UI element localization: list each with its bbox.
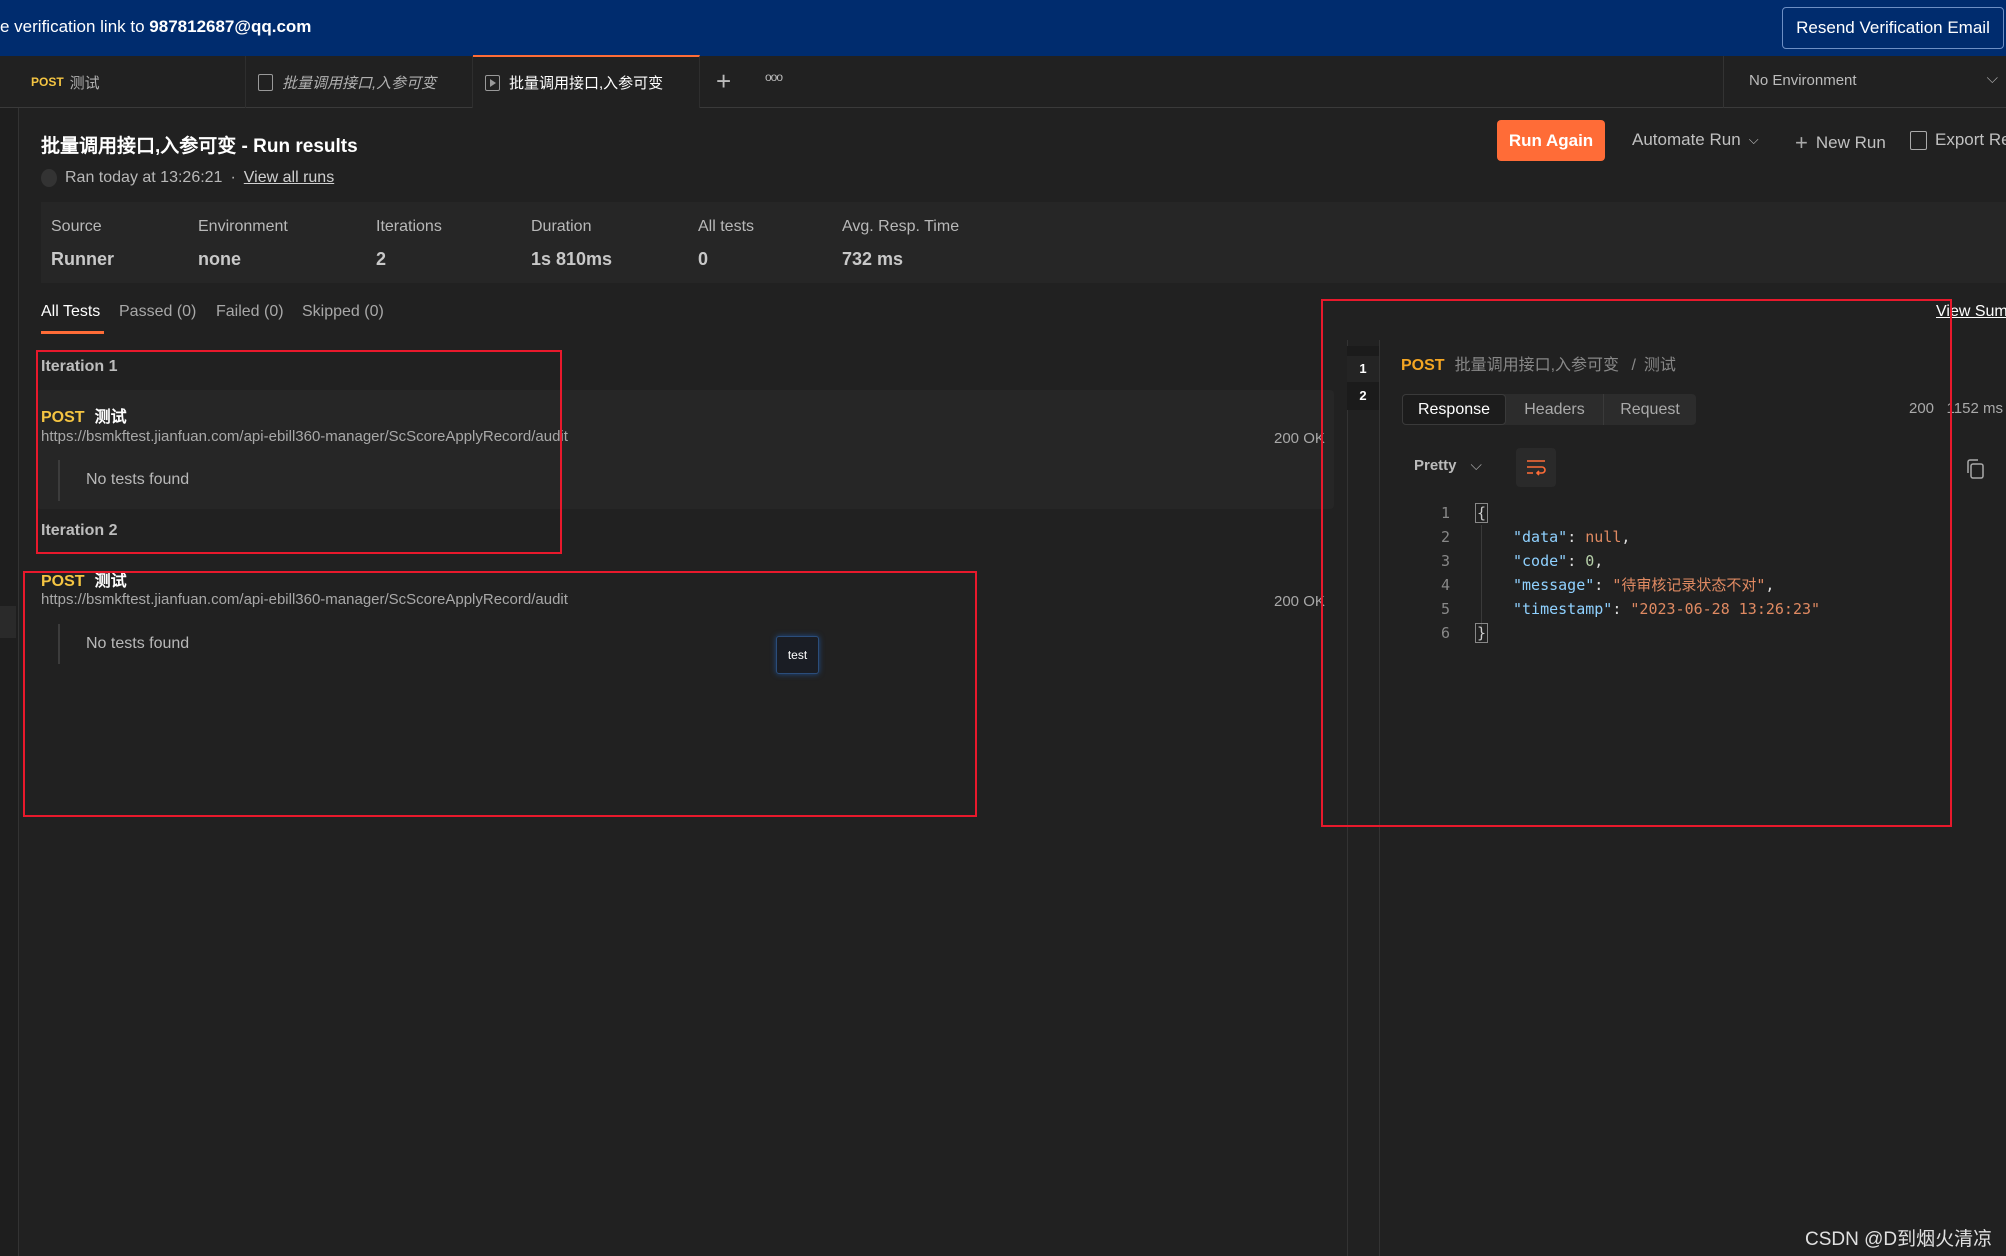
banner-prefix: e verification link to bbox=[0, 17, 150, 36]
more-tabs-icon[interactable]: ooo bbox=[765, 70, 783, 84]
view-all-runs-link[interactable]: View all runs bbox=[244, 169, 334, 187]
banner-text: e verification link to 987812687@qq.com bbox=[0, 17, 311, 37]
method-badge: POST bbox=[31, 75, 64, 89]
summary-value: 1s 810ms bbox=[531, 249, 613, 269]
resend-verification-button[interactable]: Resend Verification Email bbox=[1782, 7, 2004, 49]
divider bbox=[1723, 56, 1724, 108]
summary-value: 0 bbox=[698, 249, 709, 269]
user-icon bbox=[41, 169, 57, 187]
run-summary: Source Runner Environment none Iteration… bbox=[41, 202, 2006, 283]
chevron-down-icon: ⌵ bbox=[1986, 70, 1998, 87]
verification-banner: e verification link to 987812687@qq.com … bbox=[0, 0, 2006, 56]
environment-label: No Environment bbox=[1749, 72, 1857, 89]
chevron-down-icon: ⌵ bbox=[1748, 132, 1759, 147]
watermark: CSDN @D到烟火清凉 bbox=[1805, 1229, 1993, 1250]
active-tab-indicator bbox=[41, 331, 104, 334]
separator: · bbox=[230, 169, 236, 186]
summary-value: 2 bbox=[376, 249, 387, 269]
tab-collection[interactable]: 批量调用接口,入参可变 bbox=[246, 56, 473, 108]
annotation-box bbox=[1321, 299, 1952, 827]
summary-label: Source bbox=[51, 218, 102, 235]
summary-label: All tests bbox=[698, 218, 755, 235]
tab-post-test[interactable]: POST 测试 bbox=[19, 56, 246, 108]
run-info: Ran today at 13:26:21 · View all runs bbox=[41, 169, 334, 187]
new-run-button[interactable]: + New Run bbox=[1795, 130, 1886, 156]
left-sidebar bbox=[0, 108, 19, 1256]
export-button[interactable]: Export Re bbox=[1910, 130, 2006, 150]
copy-icon[interactable] bbox=[1965, 458, 1985, 480]
tab-bar: POST 测试 批量调用接口,入参可变 批量调用接口,入参可变 + ooo No … bbox=[0, 55, 2006, 108]
page-title: 批量调用接口,入参可变 - Run results bbox=[41, 136, 358, 157]
summary-value: none bbox=[198, 249, 241, 269]
summary-value: Runner bbox=[51, 249, 114, 269]
response-time: 1152 ms bbox=[1946, 400, 2003, 417]
automate-label: Automate Run bbox=[1632, 130, 1741, 149]
plus-icon: + bbox=[1795, 130, 1808, 155]
new-tab-button[interactable]: + bbox=[716, 66, 731, 97]
tab-label: 批量调用接口,入参可变 bbox=[282, 74, 437, 92]
collection-icon bbox=[258, 73, 273, 91]
ran-time: Ran today at 13:26:21 bbox=[65, 169, 223, 186]
tab-label: 批量调用接口,入参可变 bbox=[509, 75, 664, 92]
filter-passed[interactable]: Passed (0) bbox=[119, 303, 196, 321]
new-run-label: New Run bbox=[1815, 133, 1886, 152]
annotation-box bbox=[23, 571, 977, 817]
banner-email: 987812687@qq.com bbox=[149, 17, 312, 36]
tab-label: 测试 bbox=[69, 74, 100, 92]
status-badge: 200 OK bbox=[1274, 430, 1325, 447]
run-again-button[interactable]: Run Again bbox=[1497, 120, 1605, 161]
summary-label: Duration bbox=[531, 218, 592, 235]
export-label: Export Re bbox=[1935, 130, 2006, 149]
automate-run-button[interactable]: Automate Run ⌵ bbox=[1632, 130, 1759, 150]
filter-all-tests[interactable]: All Tests bbox=[41, 303, 100, 321]
summary-value: 732 ms bbox=[842, 249, 904, 269]
annotation-box bbox=[36, 350, 562, 554]
runner-icon bbox=[485, 74, 500, 91]
filter-failed[interactable]: Failed (0) bbox=[216, 303, 284, 321]
status-badge: 200 OK bbox=[1274, 593, 1325, 610]
tab-runner[interactable]: 批量调用接口,入参可变 bbox=[473, 55, 700, 108]
filter-skipped[interactable]: Skipped (0) bbox=[302, 303, 384, 321]
summary-label: Iterations bbox=[376, 218, 442, 235]
export-icon bbox=[1910, 130, 1927, 150]
environment-select[interactable]: No Environment ⌵ bbox=[1749, 70, 2006, 89]
sidebar-item[interactable] bbox=[0, 606, 16, 638]
summary-label: Avg. Resp. Time bbox=[842, 218, 960, 235]
summary-label: Environment bbox=[198, 218, 288, 235]
